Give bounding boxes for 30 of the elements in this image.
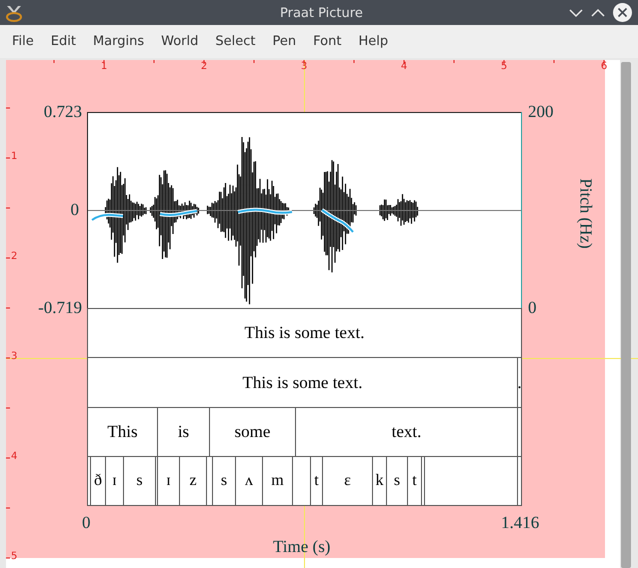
axis-title: Time (s): [273, 538, 330, 555]
minimize-icon[interactable]: [569, 8, 583, 18]
ruler-number: 5: [11, 552, 18, 562]
axis-title: Pitch (Hz): [578, 178, 595, 249]
window-title: Praat Picture: [280, 5, 363, 23]
axis-value: 0: [528, 299, 536, 316]
axis-value: 0: [82, 514, 90, 531]
close-icon[interactable]: [613, 3, 632, 22]
menu-item[interactable]: Pen: [264, 32, 304, 52]
menu-item[interactable]: Help: [350, 32, 396, 52]
ruler-number: 6: [600, 62, 608, 72]
axis-value: 0.723: [42, 103, 82, 120]
tier-interval: .: [517, 357, 522, 408]
ruler-number: 2: [11, 252, 18, 262]
axis-value: 0: [70, 201, 79, 218]
tier-interval: This is some text.: [87, 308, 522, 358]
ruler-number: 5: [500, 62, 508, 72]
menu-item[interactable]: File: [4, 32, 42, 52]
ruler-number: 1: [11, 152, 18, 162]
axis-value: 200: [528, 103, 554, 120]
menu-item[interactable]: Edit: [42, 32, 84, 52]
maximize-icon[interactable]: [591, 8, 605, 18]
menu-item[interactable]: World: [153, 32, 206, 52]
axis-value: 1.416: [501, 514, 540, 531]
menu-item[interactable]: Margins: [84, 32, 152, 52]
menu-item[interactable]: Select: [207, 32, 264, 52]
scrollbar[interactable]: [621, 62, 631, 568]
axis-value: -0.719: [37, 299, 82, 316]
ruler-number: 4: [11, 452, 18, 462]
menu-item[interactable]: Font: [305, 32, 350, 52]
